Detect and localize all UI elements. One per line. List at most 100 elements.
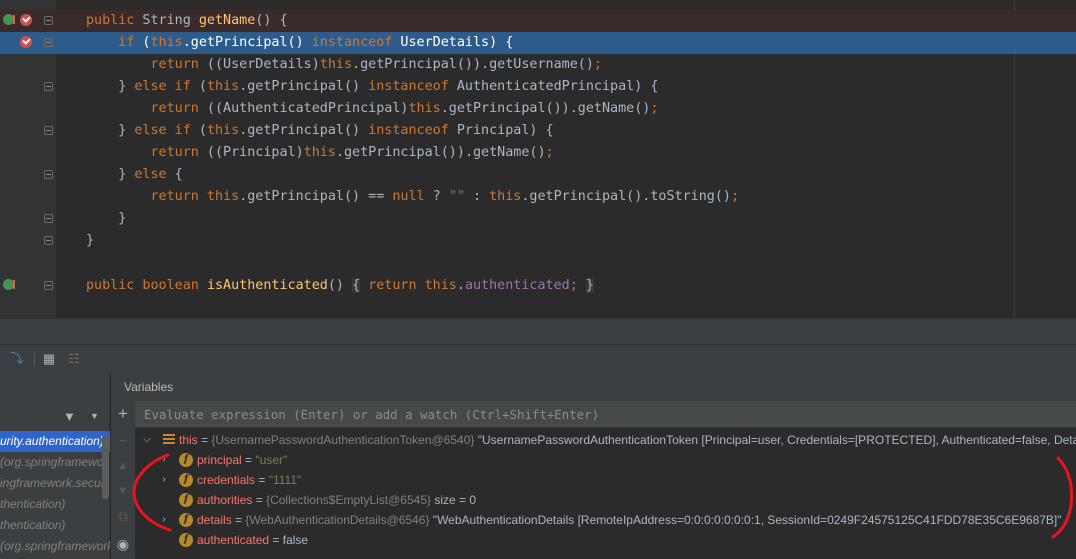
frame-item[interactable]: ingframework.securi <box>0 473 110 494</box>
variable-row-principal[interactable]: › f principal = "user" <box>135 450 1076 470</box>
variable-name: credentials <box>197 473 256 487</box>
variable-name: authenticated <box>197 533 270 547</box>
chevron-down-icon[interactable]: ⌵ <box>142 430 152 450</box>
frame-item[interactable]: thentication) <box>0 515 110 536</box>
breakpoint-icon[interactable] <box>20 36 32 48</box>
fold-icon[interactable] <box>44 281 53 290</box>
code-text: public boolean isAuthenticated() { retur… <box>86 278 594 293</box>
frames-panel: ▼ ▼ urity.authentication) (org.springfra… <box>0 373 110 559</box>
fold-icon[interactable] <box>44 82 53 91</box>
code-text: public String getName() { <box>86 13 288 28</box>
fold-icon[interactable] <box>44 236 53 245</box>
evaluate-expression-input[interactable]: Evaluate expression (Enter) or add a wat… <box>135 401 1076 428</box>
variable-eq: = <box>231 513 246 527</box>
code-text: } <box>86 233 95 248</box>
layout-settings-icon[interactable]: ☷ <box>66 351 82 367</box>
variables-tree: ⌵ this = {UsernamePasswordAuthentication… <box>135 430 1076 550</box>
code-text: return ((UserDetails)this.getPrincipal()… <box>150 57 602 72</box>
variable-row-credentials[interactable]: › f credentials = "1111" <box>135 470 1076 490</box>
variable-name: principal <box>197 453 242 467</box>
variable-eq: = <box>255 473 269 487</box>
field-icon: f <box>179 513 193 527</box>
variable-name: authorities <box>197 493 253 507</box>
duplicate-watch-icon[interactable]: ⧉ <box>115 508 131 524</box>
variable-row-authorities[interactable]: f authorities = {Collections$EmptyList@6… <box>135 490 1076 510</box>
chevron-right-icon[interactable]: › <box>159 510 169 530</box>
debug-toolstrip: ⤵ ▦ ☷ <box>0 344 1076 373</box>
override-icon[interactable] <box>3 279 14 290</box>
chevron-down-icon[interactable]: ▼ <box>90 411 99 421</box>
fold-icon[interactable] <box>44 170 53 179</box>
variable-type: {UsernamePasswordAuthenticationToken@654… <box>211 433 475 447</box>
code-editor[interactable]: public String getName() { if (this.getPr… <box>0 0 1076 318</box>
frames-header: ▼ ▼ <box>0 403 110 431</box>
variable-eq: = <box>197 433 212 447</box>
code-line[interactable]: } <box>0 208 1076 230</box>
variables-toolbar: + − ▲ ▼ ⧉ ◉ <box>111 401 135 559</box>
variable-eq: = <box>241 453 256 467</box>
code-line[interactable]: return ((Principal)this.getPrincipal()).… <box>0 142 1076 164</box>
object-icon <box>163 434 175 446</box>
code-text: return this.getPrincipal() == null ? "" … <box>150 189 740 204</box>
frames-scrollbar[interactable] <box>102 435 109 499</box>
code-line[interactable]: return ((UserDetails)this.getPrincipal()… <box>0 54 1076 76</box>
variable-name: details <box>197 513 232 527</box>
move-up-icon[interactable]: ▲ <box>115 458 131 474</box>
code-text: } <box>86 211 127 226</box>
code-text: return ((Principal)this.getPrincipal()).… <box>150 145 554 160</box>
fold-icon[interactable] <box>44 38 53 47</box>
code-line[interactable]: } else if (this.getPrincipal() instanceo… <box>0 76 1076 98</box>
code-text: } else if (this.getPrincipal() instanceo… <box>86 123 554 138</box>
variable-type: {Collections$EmptyList@6545} <box>266 493 432 507</box>
remove-watch-icon[interactable]: − <box>115 432 131 448</box>
variables-title: Variables <box>124 380 174 394</box>
code-line[interactable]: public boolean isAuthenticated() { retur… <box>0 275 1076 297</box>
chevron-right-icon[interactable]: › <box>159 470 169 490</box>
move-down-icon[interactable]: ▼ <box>115 483 131 499</box>
variable-value: "1111" <box>268 473 302 487</box>
fold-icon[interactable] <box>44 126 53 135</box>
code-text: } else if (this.getPrincipal() instanceo… <box>86 79 659 94</box>
show-execution-point-icon[interactable]: ⤵ <box>9 351 25 367</box>
evaluate-table-icon[interactable]: ▦ <box>41 351 57 367</box>
field-icon: f <box>179 533 193 547</box>
frame-item[interactable]: (org.springframewor <box>0 452 110 473</box>
code-line-current[interactable]: if (this.getPrincipal() instanceof UserD… <box>0 32 1076 54</box>
variable-value: "UsernamePasswordAuthenticationToken [Pr… <box>474 433 1076 447</box>
variable-row-this[interactable]: ⌵ this = {UsernamePasswordAuthentication… <box>135 430 1076 450</box>
code-line[interactable]: } else if (this.getPrincipal() instanceo… <box>0 120 1076 142</box>
code-text: if (this.getPrincipal() instanceof UserD… <box>118 35 514 50</box>
breakpoint-icon[interactable] <box>20 14 32 26</box>
filter-icon[interactable]: ▼ <box>63 409 76 424</box>
frame-item-selected[interactable]: urity.authentication) <box>0 431 110 452</box>
variable-eq: = <box>269 533 283 547</box>
code-text: return ((AuthenticatedPrincipal)this.get… <box>150 101 659 116</box>
variable-value: "user" <box>255 453 288 467</box>
variable-row-details[interactable]: › f details = {WebAuthenticationDetails@… <box>135 510 1076 530</box>
frame-item[interactable]: thentication) <box>0 494 110 515</box>
code-line[interactable]: return ((AuthenticatedPrincipal)this.get… <box>0 98 1076 120</box>
fold-icon[interactable] <box>44 214 53 223</box>
code-line[interactable]: } <box>0 230 1076 252</box>
override-icon[interactable] <box>3 14 14 25</box>
eye-icon[interactable]: ◉ <box>115 536 131 552</box>
variables-header: Variables <box>111 373 1076 401</box>
field-icon: f <box>179 493 193 507</box>
panel-splitter[interactable] <box>0 318 1076 344</box>
code-line[interactable]: } else { <box>0 164 1076 186</box>
variable-value: false <box>282 533 309 547</box>
chevron-right-icon[interactable]: › <box>159 450 169 470</box>
toolbar-divider <box>34 352 35 367</box>
code-line[interactable]: public String getName() { <box>0 10 1076 32</box>
variables-panel: Variables + − ▲ ▼ ⧉ ◉ Evaluate expressio… <box>111 373 1076 559</box>
field-icon: f <box>179 453 193 467</box>
code-line[interactable]: return this.getPrincipal() == null ? "" … <box>0 186 1076 208</box>
frame-item[interactable]: (org.springframework.s <box>0 536 110 557</box>
code-text: } else { <box>86 167 183 182</box>
frames-list: urity.authentication) (org.springframewo… <box>0 431 110 557</box>
fold-icon[interactable] <box>44 16 53 25</box>
variable-name: this <box>179 433 198 447</box>
variable-row-authenticated[interactable]: f authenticated = false <box>135 530 1076 550</box>
evaluate-placeholder: Evaluate expression (Enter) or add a wat… <box>144 407 600 422</box>
add-watch-icon[interactable]: + <box>115 405 131 422</box>
